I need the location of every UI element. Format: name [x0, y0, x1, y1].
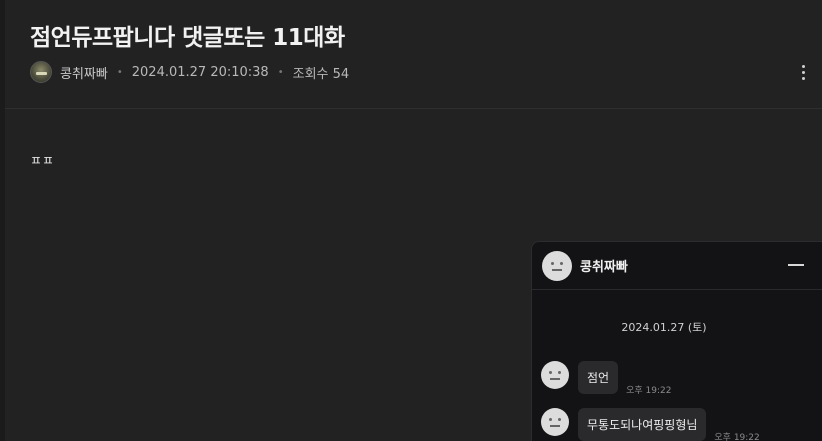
- chat-header: 콩취짜빠: [532, 242, 822, 290]
- message-time: 오후 19:22: [714, 433, 760, 441]
- chat-message: 무통도되나여핑핑형님 오후 19:22: [541, 408, 760, 441]
- default-face-icon: [542, 250, 572, 281]
- post-title: 점언듀프팝니다 댓글또는 11대화: [30, 25, 345, 51]
- post-meta: 콩취짜빠 • 2024.01.27 20:10:38 • 조회수 54: [30, 60, 349, 84]
- more-vertical-icon[interactable]: [795, 60, 811, 84]
- chat-message: 점언 오후 19:22: [541, 361, 671, 396]
- minimize-icon[interactable]: [788, 264, 804, 266]
- chat-partner-name: 콩취짜빠: [580, 260, 628, 275]
- post-body: ㅍㅍ: [30, 154, 54, 169]
- default-face-icon: [541, 408, 569, 436]
- author-name[interactable]: 콩취짜빠: [60, 63, 108, 82]
- separator-dot: •: [277, 66, 284, 78]
- divider: [5, 108, 822, 109]
- author-avatar[interactable]: [30, 61, 52, 83]
- separator-dot: •: [116, 66, 123, 78]
- message-bubble: 점언: [578, 361, 619, 394]
- post-datetime: 2024.01.27 20:10:38: [131, 64, 269, 80]
- view-count: 조회수 54: [292, 66, 350, 82]
- default-face-icon: [541, 361, 569, 389]
- chat-window: 콩취짜빠 2024.01.27 (토) 점언 오후 19:22 무통도되나여핑핑…: [531, 241, 822, 441]
- message-bubble: 무통도되나여핑핑형님: [578, 408, 707, 441]
- chat-date: 2024.01.27 (토): [621, 321, 707, 334]
- message-time: 오후 19:22: [626, 386, 672, 396]
